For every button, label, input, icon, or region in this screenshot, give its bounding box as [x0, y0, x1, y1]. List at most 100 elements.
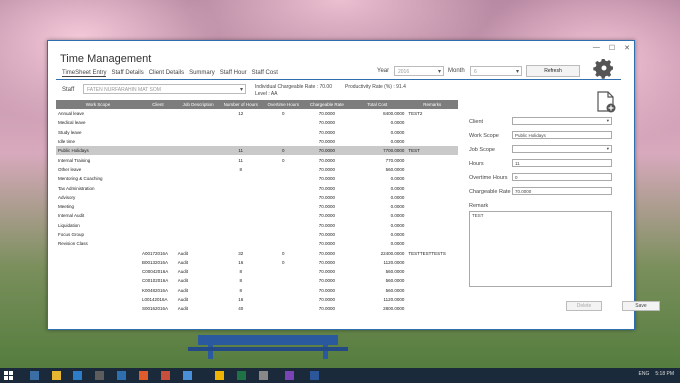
excel-icon[interactable]: [237, 371, 246, 380]
table-cell: 70.0000: [318, 278, 336, 284]
table-row[interactable]: Tax Administration 70.0000 0.0000: [56, 183, 458, 192]
hours-field[interactable]: 11: [512, 159, 612, 167]
clock[interactable]: 5:18 PM: [655, 371, 674, 377]
table-row[interactable]: Public Holidays 11 0 70.0000 7700.0000 TEST: [56, 146, 458, 156]
table-cell: [261, 211, 306, 220]
table-cell: [406, 304, 458, 313]
save-button[interactable]: Save: [622, 301, 660, 311]
year-select[interactable]: 2016 ▾: [394, 66, 444, 76]
taskbar-app-icon[interactable]: [161, 371, 170, 380]
table-row[interactable]: Annual leave 12 0 70.0000 8400.0000 TEST2: [56, 109, 458, 118]
table-row[interactable]: Liquidation 70.0000 0.0000: [56, 221, 458, 230]
tab-client-details[interactable]: Client Details: [149, 70, 184, 77]
bench-image: [188, 335, 348, 359]
taskbar-app-icon[interactable]: [139, 371, 148, 380]
chevron-down-icon: ▾: [606, 146, 609, 151]
table-cell: 0.0000: [390, 185, 405, 191]
minimize-icon[interactable]: —: [593, 44, 600, 52]
refresh-button[interactable]: Refresh: [526, 65, 580, 77]
table-cell: 0.0000: [390, 213, 405, 219]
table-cell: 16: [238, 259, 244, 265]
gear-icon[interactable]: [592, 56, 616, 80]
tab-timesheet-entry[interactable]: TimeSheet Entry: [62, 70, 107, 77]
table-row[interactable]: C00042016A Audit 8 70.0000 560.0000: [56, 267, 458, 276]
table-row[interactable]: Mentoring & Coaching 70.0000 0.0000: [56, 174, 458, 183]
table-row[interactable]: Revision Class 70.0000 0.0000: [56, 239, 458, 248]
tab-staff-hour[interactable]: Staff Hour: [220, 70, 247, 77]
tab-staff-cost[interactable]: Staff Cost: [252, 70, 278, 77]
chargeable-rate-field[interactable]: 70.0000: [512, 187, 612, 195]
taskbar-app-icon[interactable]: [215, 371, 224, 380]
table-cell: 70.0000: [318, 176, 336, 182]
table-cell: [176, 174, 221, 183]
table-row[interactable]: Idle time 70.0000 0.0000: [56, 137, 458, 146]
job-scope-select[interactable]: ▾: [512, 145, 612, 153]
column-header[interactable]: Overtime Hours: [260, 100, 306, 109]
table-row[interactable]: Other leave 8 70.0000 560.0000: [56, 165, 458, 174]
taskbar-app-icon[interactable]: [95, 371, 104, 380]
work-scope-field[interactable]: Public Holidays: [512, 131, 612, 139]
visual-studio-icon[interactable]: [285, 371, 294, 380]
chevron-down-icon: ▾: [239, 87, 243, 93]
column-header[interactable]: Chargeable Rate: [305, 100, 349, 109]
client-select[interactable]: ▾: [512, 117, 612, 125]
table-cell: [406, 239, 458, 248]
table-cell: 0.0000: [390, 194, 405, 200]
table-row[interactable]: A00172016A Audit 32 0 70.0000 22400.0000 TESTT…: [56, 248, 458, 257]
column-header[interactable]: Remarks: [406, 100, 458, 109]
year-label: Year: [377, 68, 390, 74]
windows-start-icon[interactable]: [4, 371, 13, 380]
month-select[interactable]: 6 ▾: [470, 66, 522, 76]
table-row[interactable]: Medical leave 70.0000 0.0000: [56, 118, 458, 127]
table-cell: 70.0000: [305, 146, 349, 156]
table-cell: [221, 202, 261, 211]
table-row[interactable]: S00162016A Audit 40 70.0000 2800.0000: [56, 304, 458, 313]
table-cell: [406, 211, 458, 220]
table-cell: [140, 230, 176, 239]
table-cell: [56, 286, 140, 295]
language-indicator[interactable]: ENG: [639, 371, 650, 377]
table-row[interactable]: Internal Audit 70.0000 0.0000: [56, 211, 458, 220]
remark-textarea[interactable]: TEST: [469, 211, 612, 287]
table-cell: 0.0000: [390, 139, 405, 145]
table-row[interactable]: Meeting 70.0000 0.0000: [56, 202, 458, 211]
table-row[interactable]: Study leave 70.0000 0.0000: [56, 128, 458, 137]
taskbar-app-icon[interactable]: [183, 371, 192, 380]
taskbar-app-icon[interactable]: [30, 371, 39, 380]
table-cell: 70.0000: [318, 241, 336, 247]
tab-summary[interactable]: Summary: [189, 70, 215, 77]
table-cell: [176, 155, 221, 164]
staff-select[interactable]: FATEN NURFARAHIN MAT SOM ▾: [83, 84, 246, 94]
table-row[interactable]: Advisory 70.0000 0.0000: [56, 193, 458, 202]
maximize-icon[interactable]: ☐: [609, 44, 615, 52]
taskbar-app-icon[interactable]: [117, 371, 126, 380]
overtime-field[interactable]: 0: [512, 173, 612, 181]
table-row[interactable]: L00142016A Audit 16 70.0000 1120.0000: [56, 295, 458, 304]
table-cell: 560.0000: [385, 269, 405, 275]
browser-icon[interactable]: [73, 371, 82, 380]
table-cell: Medical leave: [58, 120, 86, 126]
table-row[interactable]: Internal Training 11 0 70.0000 770.0000: [56, 155, 458, 164]
table-row[interactable]: C00102016A Audit 8 70.0000 560.0000: [56, 276, 458, 285]
table-cell: [406, 202, 458, 211]
taskbar-app-icon[interactable]: [259, 371, 268, 380]
tab-staff-details[interactable]: Staff Details: [111, 70, 143, 77]
table-row[interactable]: B00132016A Audit 16 0 70.0000 1120.0000: [56, 258, 458, 267]
delete-button[interactable]: Delete: [566, 301, 602, 311]
close-icon[interactable]: ✕: [624, 44, 630, 52]
column-header[interactable]: Work Scope: [56, 100, 140, 109]
column-header[interactable]: Total Cost: [348, 100, 407, 109]
column-header[interactable]: Number of Hours: [220, 100, 261, 109]
table-cell: Annual leave: [58, 111, 85, 117]
word-icon[interactable]: [310, 371, 319, 380]
folder-icon[interactable]: [52, 371, 61, 380]
table-cell: 70.0000: [318, 232, 336, 237]
table-row[interactable]: K00482016A Audit 8 70.0000 560.0000: [56, 286, 458, 295]
level-text: Level : AA: [255, 91, 278, 97]
column-header[interactable]: Client: [139, 100, 176, 109]
table-cell: TEST: [406, 146, 458, 156]
table-cell: [140, 193, 176, 202]
table-row[interactable]: Focus Group 70.0000 0.0000: [56, 230, 458, 239]
column-header[interactable]: Job Description: [175, 100, 221, 109]
add-file-icon[interactable]: [596, 91, 616, 113]
